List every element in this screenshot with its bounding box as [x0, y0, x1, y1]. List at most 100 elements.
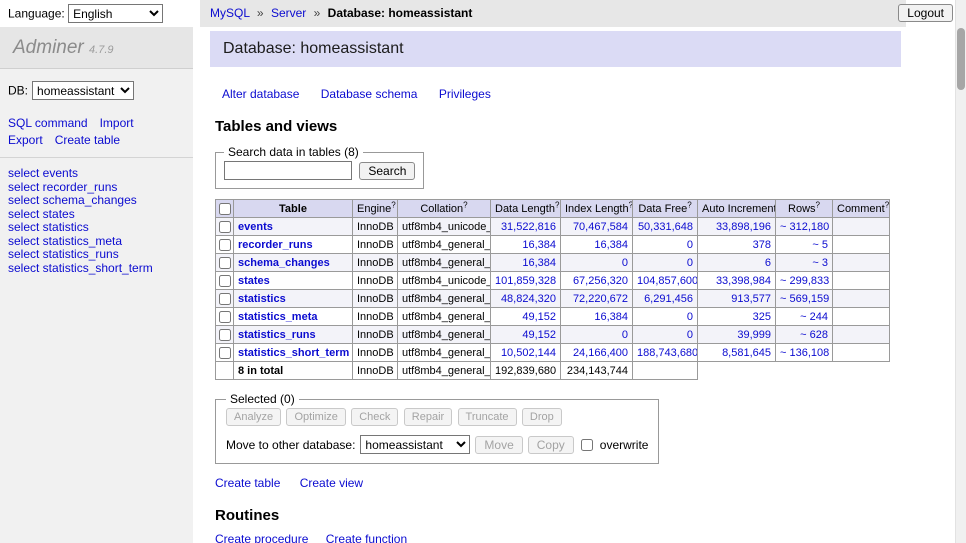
table-name-link[interactable]: statistics: [238, 293, 286, 305]
check-button[interactable]: Check: [351, 408, 398, 426]
index-length-link[interactable]: 0: [622, 257, 628, 269]
select-all-checkbox[interactable]: [219, 203, 231, 215]
data-length-link[interactable]: 48,824,320: [501, 293, 556, 305]
analyze-button[interactable]: Analyze: [226, 408, 281, 426]
data-length-link[interactable]: 49,152: [522, 311, 556, 323]
index-length-link[interactable]: 67,256,320: [573, 275, 628, 287]
rows-count-link[interactable]: ~ 569,159: [780, 293, 829, 305]
table-name-link[interactable]: schema_changes: [238, 257, 330, 269]
rows-count-link[interactable]: ~ 136,108: [780, 347, 829, 359]
data-free-link[interactable]: 0: [687, 239, 693, 251]
rows-count-link[interactable]: ~ 312,180: [780, 221, 829, 233]
rows-count-link[interactable]: ~ 3: [812, 257, 828, 269]
create-table-link[interactable]: Create table: [215, 476, 280, 490]
create-procedure-link[interactable]: Create procedure: [215, 532, 308, 543]
row-checkbox[interactable]: [219, 293, 231, 305]
index-length-link[interactable]: 0: [622, 329, 628, 341]
language-select[interactable]: English: [68, 4, 163, 23]
create-view-link[interactable]: Create view: [300, 476, 363, 490]
data-free-link[interactable]: 104,857,600: [637, 275, 698, 287]
index-length-link[interactable]: 70,467,584: [573, 221, 628, 233]
data-free-link[interactable]: 0: [687, 311, 693, 323]
repair-button[interactable]: Repair: [404, 408, 452, 426]
data-free-link[interactable]: 50,331,648: [638, 221, 693, 233]
create-table-link-sidebar[interactable]: Create table: [55, 133, 120, 147]
sidebar-item-select-statistics-short-term[interactable]: select statistics_short_term: [8, 262, 185, 276]
row-checkbox[interactable]: [219, 311, 231, 323]
index-length-link[interactable]: 16,384: [594, 311, 628, 323]
move-db-select[interactable]: homeassistant: [360, 435, 470, 454]
table-name-link[interactable]: statistics_meta: [238, 311, 318, 323]
auto-increment-link[interactable]: 8,581,645: [722, 347, 771, 359]
total-data-length-cell: 192,839,680: [491, 362, 561, 380]
comment-cell: [833, 308, 890, 326]
data-free-link[interactable]: 0: [687, 257, 693, 269]
alter-database-link[interactable]: Alter database: [222, 87, 299, 101]
table-name-link[interactable]: statistics_short_term: [238, 347, 349, 359]
table-name-link[interactable]: events: [238, 221, 273, 233]
index-length-link[interactable]: 72,220,672: [573, 293, 628, 305]
copy-button[interactable]: Copy: [528, 436, 574, 454]
rows-count-link[interactable]: ~ 299,833: [780, 275, 829, 287]
row-checkbox[interactable]: [219, 257, 231, 269]
sidebar-item-select-recorder-runs[interactable]: select recorder_runs: [8, 181, 185, 195]
logout-button[interactable]: Logout: [898, 4, 953, 22]
sidebar-item-select-statistics-runs[interactable]: select statistics_runs: [8, 248, 185, 262]
sidebar-item-select-states[interactable]: select states: [8, 208, 185, 222]
auto-increment-link[interactable]: 913,577: [731, 293, 771, 305]
privileges-link[interactable]: Privileges: [439, 87, 491, 101]
auto-increment-link[interactable]: 6: [765, 257, 771, 269]
search-input[interactable]: [224, 161, 352, 180]
search-button[interactable]: Search: [359, 162, 415, 180]
optimize-button[interactable]: Optimize: [286, 408, 345, 426]
overwrite-label: overwrite: [600, 438, 649, 452]
row-checkbox[interactable]: [219, 347, 231, 359]
drop-button[interactable]: Drop: [522, 408, 562, 426]
data-length-link[interactable]: 16,384: [522, 239, 556, 251]
data-free-link[interactable]: 6,291,456: [644, 293, 693, 305]
export-link[interactable]: Export: [8, 133, 43, 147]
sql-command-link[interactable]: SQL command: [8, 116, 88, 130]
sidebar-item-select-events[interactable]: select events: [8, 167, 185, 181]
row-checkbox[interactable]: [219, 221, 231, 233]
import-link[interactable]: Import: [100, 116, 134, 130]
move-button[interactable]: Move: [475, 436, 522, 454]
total-spacer-cell: [776, 362, 833, 380]
create-function-link[interactable]: Create function: [326, 532, 407, 543]
language-area: Language: English: [8, 4, 163, 23]
rows-count-link[interactable]: ~ 628: [800, 329, 828, 341]
index-length-link[interactable]: 16,384: [594, 239, 628, 251]
db-select[interactable]: homeassistant: [32, 81, 134, 100]
auto-increment-link[interactable]: 378: [753, 239, 771, 251]
auto-increment-link[interactable]: 325: [753, 311, 771, 323]
overwrite-checkbox[interactable]: [581, 439, 593, 451]
data-free-link[interactable]: 188,743,680: [637, 347, 698, 359]
data-length-link[interactable]: 101,859,328: [495, 275, 556, 287]
row-checkbox[interactable]: [219, 329, 231, 341]
data-length-link[interactable]: 16,384: [522, 257, 556, 269]
data-length-link[interactable]: 49,152: [522, 329, 556, 341]
sidebar-item-select-statistics[interactable]: select statistics: [8, 221, 185, 235]
auto-increment-link[interactable]: 39,999: [737, 329, 771, 341]
vertical-scrollbar[interactable]: [955, 0, 966, 543]
breadcrumb-link-mysql[interactable]: MySQL: [210, 6, 250, 20]
database-schema-link[interactable]: Database schema: [321, 87, 418, 101]
auto-increment-link[interactable]: 33,898,196: [716, 221, 771, 233]
rows-count-link[interactable]: ~ 244: [800, 311, 828, 323]
sidebar-item-select-statistics-meta[interactable]: select statistics_meta: [8, 235, 185, 249]
row-checkbox[interactable]: [219, 275, 231, 287]
auto-increment-link[interactable]: 33,398,984: [716, 275, 771, 287]
table-name-link[interactable]: recorder_runs: [238, 239, 313, 251]
data-free-link[interactable]: 0: [687, 329, 693, 341]
data-length-link[interactable]: 31,522,816: [501, 221, 556, 233]
table-name-link[interactable]: statistics_runs: [238, 329, 316, 341]
data-length-link[interactable]: 10,502,144: [501, 347, 556, 359]
truncate-button[interactable]: Truncate: [458, 408, 517, 426]
scrollbar-thumb[interactable]: [957, 28, 965, 90]
row-checkbox[interactable]: [219, 239, 231, 251]
index-length-link[interactable]: 24,166,400: [573, 347, 628, 359]
breadcrumb-link-server[interactable]: Server: [271, 6, 306, 20]
rows-count-link[interactable]: ~ 5: [812, 239, 828, 251]
sidebar-item-select-schema-changes[interactable]: select schema_changes: [8, 194, 185, 208]
table-name-link[interactable]: states: [238, 275, 270, 287]
